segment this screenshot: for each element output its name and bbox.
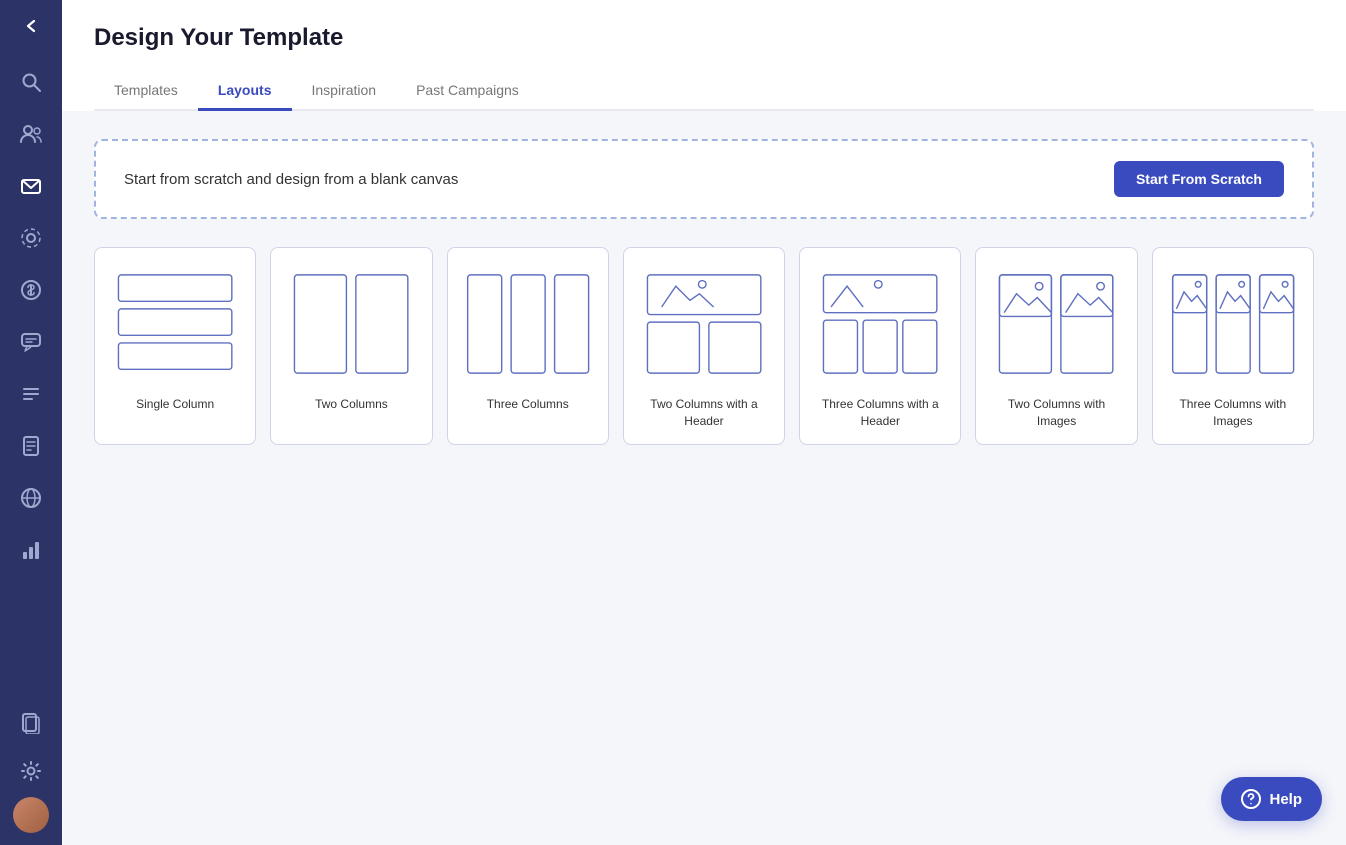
sidebar-item-settings[interactable] (0, 749, 62, 793)
sidebar-item-chat[interactable] (0, 316, 62, 368)
tab-layouts[interactable]: Layouts (198, 72, 292, 111)
content-area: Start from scratch and design from a bla… (62, 111, 1346, 845)
template-label-three-header: Three Columns with a Header (814, 396, 946, 430)
template-two-columns-header[interactable]: Two Columns with a Header (623, 247, 785, 445)
tab-past-campaigns[interactable]: Past Campaigns (396, 72, 539, 111)
sidebar (0, 0, 62, 845)
help-label: Help (1269, 791, 1302, 808)
template-preview-three (462, 264, 594, 384)
page-header: Design Your Template Templates Layouts I… (62, 0, 1346, 111)
template-single-column[interactable]: Single Column (94, 247, 256, 445)
template-label-single: Single Column (136, 396, 214, 413)
help-button[interactable]: Help (1221, 777, 1322, 821)
sidebar-nav (0, 52, 62, 701)
templates-grid: Single Column Two Columns Three Columns (94, 247, 1314, 445)
sidebar-item-automation[interactable] (0, 212, 62, 264)
template-preview-single (109, 264, 241, 384)
template-label-three-images: Three Columns with Images (1167, 396, 1299, 430)
template-three-columns-images[interactable]: Three Columns with Images (1152, 247, 1314, 445)
page-title: Design Your Template (94, 24, 1314, 52)
template-label-three: Three Columns (487, 396, 569, 413)
start-from-scratch-button[interactable]: Start From Scratch (1114, 161, 1284, 197)
sidebar-toggle[interactable] (0, 0, 62, 52)
user-avatar[interactable] (13, 797, 49, 833)
scratch-banner: Start from scratch and design from a bla… (94, 139, 1314, 219)
sidebar-item-email[interactable] (0, 160, 62, 212)
sidebar-item-doc[interactable] (0, 420, 62, 472)
tab-inspiration[interactable]: Inspiration (292, 72, 397, 111)
template-preview-three-header (814, 264, 946, 384)
template-label-two-header: Two Columns with a Header (638, 396, 770, 430)
sidebar-item-users[interactable] (0, 108, 62, 160)
template-two-columns[interactable]: Two Columns (270, 247, 432, 445)
scratch-text: Start from scratch and design from a bla… (124, 171, 458, 188)
sidebar-item-dollar[interactable] (0, 264, 62, 316)
template-label-two-images: Two Columns with Images (990, 396, 1122, 430)
sidebar-item-chart[interactable] (0, 524, 62, 576)
sidebar-item-search[interactable] (0, 56, 62, 108)
help-icon (1241, 789, 1261, 809)
template-label-two: Two Columns (315, 396, 388, 413)
template-preview-three-images (1167, 264, 1299, 384)
sidebar-bottom (0, 701, 62, 845)
template-three-columns-header[interactable]: Three Columns with a Header (799, 247, 961, 445)
template-preview-two-header (638, 264, 770, 384)
tabs-bar: Templates Layouts Inspiration Past Campa… (94, 72, 1314, 111)
template-two-columns-images[interactable]: Two Columns with Images (975, 247, 1137, 445)
sidebar-item-globe[interactable] (0, 472, 62, 524)
template-three-columns[interactable]: Three Columns (447, 247, 609, 445)
template-preview-two-images (990, 264, 1122, 384)
template-preview-two (285, 264, 417, 384)
tab-templates[interactable]: Templates (94, 72, 198, 111)
sidebar-item-list[interactable] (0, 368, 62, 420)
main-content: Design Your Template Templates Layouts I… (62, 0, 1346, 845)
sidebar-item-pages[interactable] (0, 701, 62, 745)
